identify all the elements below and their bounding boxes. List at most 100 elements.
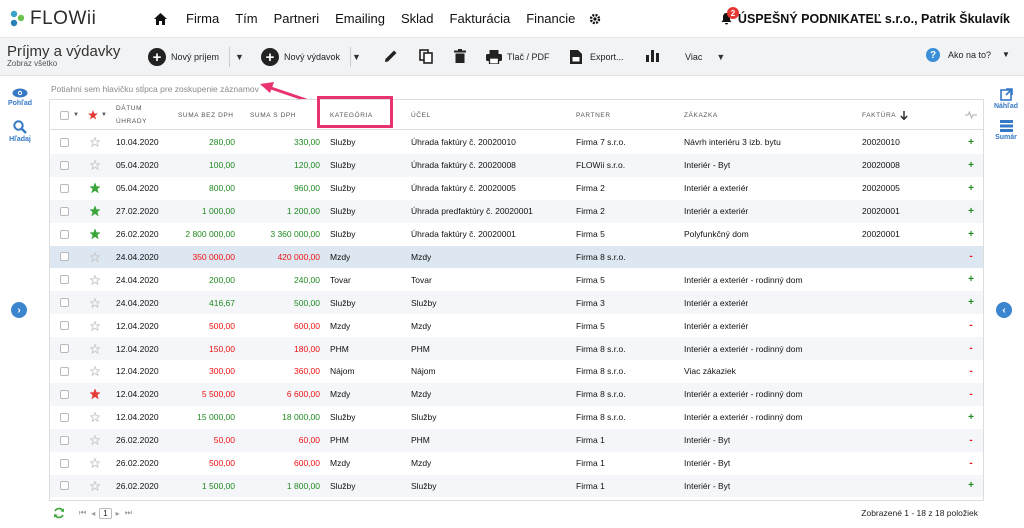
row-checkbox[interactable] <box>60 337 69 360</box>
row-star-icon[interactable] <box>90 406 100 429</box>
table-row[interactable]: 12.04.2020 5 500,00 6 600,00 Mzdy Mzdy Firma … <box>50 382 983 406</box>
cell-order: Interiér a exteriér - rodinný dom <box>684 412 803 423</box>
table-row[interactable]: 12.04.2020 15 000,00 18 000,00 Služby Služby… <box>50 406 983 429</box>
sidebar-item-search[interactable]: Hľadaj <box>0 120 40 143</box>
table-row[interactable]: 26.02.2020 500,00 600,00 Mzdy Mzdy Firma 1 Int… <box>50 452 983 475</box>
row-star-icon[interactable] <box>90 360 100 383</box>
table-row[interactable]: 05.04.2020 100,00 120,00 Služby Úhrada faktú… <box>50 153 983 177</box>
export-label: Export... <box>590 52 624 62</box>
table-row[interactable]: 24.04.2020 416,67 500,00 Služby Služby Firma … <box>50 291 983 315</box>
column-header-sum-no-vat[interactable]: SUMA BEZ DPH <box>178 100 234 130</box>
home-icon[interactable] <box>146 12 174 25</box>
more-dropdown[interactable]: Viac ▼ <box>685 46 725 68</box>
export-button[interactable]: Export... <box>570 46 624 68</box>
row-star-icon[interactable] <box>90 246 100 269</box>
table-row[interactable]: 05.04.2020 800,00 960,00 Služby Úhrada faktú… <box>50 177 983 200</box>
row-checkbox[interactable] <box>60 452 69 475</box>
row-checkbox[interactable] <box>60 291 69 314</box>
table-row[interactable]: 26.02.2020 1 500,00 1 800,00 Služby Služby Fi… <box>50 474 983 498</box>
nav-item-financie[interactable]: Financie <box>526 11 575 26</box>
row-checkbox[interactable] <box>60 383 69 406</box>
table-row[interactable]: 10.04.2020 280,00 330,00 Služby Úhrada faktú… <box>50 131 983 154</box>
new-income-button[interactable]: + Nový príjem <box>148 46 231 68</box>
nav-item-firma[interactable]: Firma <box>186 11 219 26</box>
refresh-icon[interactable] <box>53 507 65 519</box>
row-checkbox[interactable] <box>60 246 69 269</box>
next-page-icon[interactable]: ▸ <box>116 509 120 518</box>
bar-chart-icon[interactable] <box>643 47 661 65</box>
sidebar-item-summary[interactable]: Sumár <box>988 120 1024 141</box>
new-expense-dropdown[interactable]: ▼ <box>346 46 361 68</box>
table-row[interactable]: 26.02.2020 2 800 000,00 3 360 000,00 Služby… <box>50 223 983 246</box>
column-header-sum-vat[interactable]: SUMA S DPH <box>250 100 296 130</box>
row-checkbox[interactable] <box>60 406 69 429</box>
row-star-icon[interactable] <box>90 475 100 498</box>
row-checkbox[interactable] <box>60 360 69 383</box>
row-checkbox[interactable] <box>60 154 69 177</box>
row-checkbox[interactable] <box>60 268 69 291</box>
row-star-icon[interactable] <box>90 452 100 475</box>
trash-icon[interactable] <box>451 47 469 65</box>
column-header-partner[interactable]: PARTNER <box>576 100 611 130</box>
star-filter[interactable]: ▼ <box>88 100 108 130</box>
table-row[interactable]: 26.02.2020 50,00 60,00 PHM PHM Firma 1 Interié… <box>50 428 983 452</box>
row-checkbox[interactable] <box>60 475 69 498</box>
last-page-icon[interactable]: ⏭ <box>125 508 132 518</box>
column-header-invoice[interactable]: FAKTÚRA <box>862 100 908 130</box>
row-star-icon[interactable] <box>90 177 100 200</box>
row-star-icon[interactable] <box>90 383 100 406</box>
row-star-icon[interactable] <box>90 314 100 337</box>
first-page-icon[interactable]: ⏮ <box>79 508 86 518</box>
caret-down-icon[interactable]: ▼ <box>1002 50 1010 59</box>
print-pdf-button[interactable]: Tlač / PDF <box>486 46 550 68</box>
expand-left-arrow-icon[interactable]: › <box>11 302 27 318</box>
table-row[interactable]: 12.04.2020 500,00 600,00 Mzdy Mzdy Firma 5 Int… <box>50 314 983 337</box>
expand-right-arrow-icon[interactable]: ‹ <box>996 302 1012 318</box>
row-star-icon[interactable] <box>90 200 100 223</box>
nav-item-emailing[interactable]: Emailing <box>335 11 385 26</box>
row-star-icon[interactable] <box>90 291 100 314</box>
prev-page-icon[interactable]: ◂ <box>91 509 95 518</box>
page-filter-subtitle[interactable]: Zobraz všetko <box>7 59 57 68</box>
copy-icon[interactable] <box>417 47 435 65</box>
row-checkbox[interactable] <box>60 177 69 200</box>
table-row[interactable]: 24.04.2020 200,00 240,00 Tovar Tovar Firma 5I… <box>50 268 983 291</box>
logo[interactable]: FLOWii <box>8 8 146 30</box>
row-star-icon[interactable] <box>90 223 100 246</box>
nav-item-tim[interactable]: Tím <box>235 11 257 26</box>
nav-item-fakturacia[interactable]: Fakturácia <box>450 11 511 26</box>
column-header-purpose[interactable]: ÚČEL <box>411 100 431 130</box>
edit-pencil-icon[interactable] <box>382 47 400 65</box>
table-row[interactable]: 12.04.2020 150,00 180,00 PHM PHM Firma 8 s.r.… <box>50 337 983 360</box>
row-checkbox[interactable] <box>60 200 69 223</box>
group-by-drop-zone[interactable]: Potiahni sem hlavičku stĺpca pre zoskupe… <box>51 84 259 94</box>
nav-item-partneri[interactable]: Partneri <box>274 11 320 26</box>
select-all-checkbox[interactable]: ▼ <box>60 100 80 130</box>
column-options-icon[interactable] <box>965 100 977 130</box>
sidebar-item-view[interactable]: Pohľad <box>0 88 40 107</box>
row-star-icon[interactable] <box>90 154 100 177</box>
nav-item-sklad[interactable]: Sklad <box>401 11 434 26</box>
table-row[interactable]: 12.04.2020 300,00 360,00 Nájom Nájom Firma 8 … <box>50 360 983 383</box>
new-expense-button[interactable]: + Nový výdavok <box>261 46 352 68</box>
bell-icon[interactable]: 2 <box>721 7 739 25</box>
column-header-order[interactable]: ZÁKAZKA <box>684 100 718 130</box>
help-label[interactable]: Ako na to? <box>948 50 991 60</box>
column-header-date[interactable]: DÁTUM ÚHRADY <box>116 100 147 130</box>
new-income-dropdown[interactable]: ▼ <box>229 46 244 68</box>
current-page[interactable]: 1 <box>99 507 112 519</box>
row-star-icon[interactable] <box>90 337 100 360</box>
row-checkbox[interactable] <box>60 223 69 246</box>
row-checkbox[interactable] <box>60 429 69 452</box>
row-star-icon[interactable] <box>90 268 100 291</box>
table-row[interactable]: 27.02.2020 1 000,00 1 200,00 Služby Úhrada p… <box>50 199 983 223</box>
company-info[interactable]: 2 ÚSPEŠNÝ PODNIKATEĽ s.r.o., Patrik Škul… <box>721 0 1010 38</box>
row-checkbox[interactable] <box>60 131 69 154</box>
row-star-icon[interactable] <box>90 429 100 452</box>
sidebar-item-preview[interactable]: Náhľad <box>988 88 1024 110</box>
gear-icon[interactable] <box>589 13 601 25</box>
row-star-icon[interactable] <box>90 131 100 154</box>
table-row[interactable]: 24.04.2020 350 000,00 420 000,00 Mzdy Mzdy Fi… <box>50 245 983 269</box>
row-checkbox[interactable] <box>60 314 69 337</box>
help-icon[interactable]: ? <box>926 48 940 62</box>
